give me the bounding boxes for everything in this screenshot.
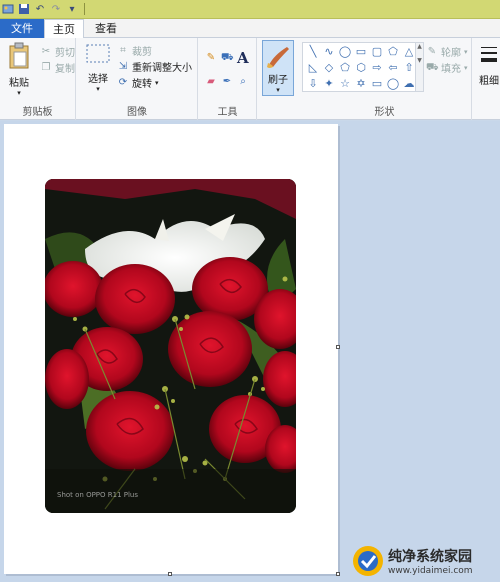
right-triangle-shape-icon[interactable]: ◺: [305, 60, 321, 76]
left-arrow-shape-icon[interactable]: ⇦: [385, 60, 401, 76]
rotate-button[interactable]: ⟳ 旋转 ▾: [117, 75, 159, 91]
select-label: 选择: [88, 74, 108, 85]
canvas-paper[interactable]: Shot on OPPO R11 Plus: [4, 124, 338, 574]
oval-shape-icon[interactable]: ◯: [337, 44, 353, 60]
fill-bucket-icon[interactable]: ⛟: [221, 52, 234, 64]
rose-bouquet-image: [45, 179, 296, 513]
ribbon: 粘贴 ▾ ✂ 剪切 ❐ 复制 剪贴板 选择 ▾ ⌗ 裁剪 ⇲ 重新调整大小 ⟳ …: [0, 38, 500, 120]
outline-dropdown-icon[interactable]: ▾: [464, 48, 468, 56]
redo-icon[interactable]: ↷: [50, 3, 62, 15]
select-dropdown-icon[interactable]: ▾: [96, 85, 100, 93]
rotate-label: 旋转: [132, 79, 152, 90]
select-rectangle-icon: [86, 44, 110, 63]
rectangle-shape-icon[interactable]: ▭: [353, 44, 369, 60]
scissors-icon: ✂: [41, 45, 51, 57]
fill-icon: ⛟: [426, 61, 439, 73]
outline-button[interactable]: ✎ 轮廓 ▾: [426, 44, 468, 60]
save-icon[interactable]: [18, 3, 30, 15]
image-group: 选择 ▾ ⌗ 裁剪 ⇲ 重新调整大小 ⟳ 旋转 ▾ 图像: [77, 38, 198, 120]
resize-handle-bottom[interactable]: [168, 572, 172, 576]
six-point-star-shape-icon[interactable]: ✡: [353, 76, 369, 92]
quick-access-toolbar: ↶ ↷ ▾: [0, 0, 500, 19]
resize-label: 重新调整大小: [132, 63, 192, 74]
crop-icon: ⌗: [120, 44, 126, 56]
magnifier-icon[interactable]: ⌕: [237, 76, 249, 88]
outline-label: 轮廓: [441, 48, 461, 59]
canvas-area[interactable]: Shot on OPPO R11 Plus: [0, 121, 500, 582]
site-logo-icon: [353, 546, 383, 576]
polygon-shape-icon[interactable]: ⬠: [385, 44, 401, 60]
resize-handle-right[interactable]: [336, 345, 340, 349]
four-point-star-shape-icon[interactable]: ✦: [321, 76, 337, 92]
rose-bouquet-photo: Shot on OPPO R11 Plus: [45, 179, 296, 513]
resize-handle-corner[interactable]: [336, 572, 340, 576]
image-group-label: 图像: [127, 107, 147, 118]
size-label: 粗细: [479, 76, 499, 87]
site-watermark: 纯净系统家园 www.yidaimei.com: [352, 543, 498, 579]
brush-icon: [267, 47, 289, 68]
down-arrow-shape-icon[interactable]: ⇩: [305, 76, 321, 92]
rotate-dropdown-icon[interactable]: ▾: [155, 79, 159, 87]
paste-label: 粘贴: [9, 78, 29, 89]
copy-icon: ❐: [41, 61, 51, 73]
crop-button[interactable]: ⌗ 裁剪: [117, 43, 152, 59]
clipboard-group-label: 剪贴板: [22, 107, 53, 118]
shapes-scrollbar[interactable]: ▲ ▼: [415, 43, 423, 91]
copy-label: 复制: [55, 64, 75, 75]
select-button[interactable]: 选择 ▾: [83, 44, 113, 93]
tools-group-label: 工具: [217, 107, 238, 118]
size-button[interactable]: 粗细: [478, 44, 500, 87]
rotate-icon: ⟳: [118, 76, 128, 88]
fill-dropdown-icon[interactable]: ▾: [464, 64, 468, 72]
paste-button[interactable]: 粘贴 ▾: [4, 42, 34, 97]
site-watermark-title: 纯净系统家园: [388, 549, 472, 565]
paste-icon: [9, 42, 29, 69]
brushes-button[interactable]: 刷子 ▾: [262, 40, 294, 96]
customize-icon[interactable]: ▾: [66, 3, 78, 15]
crop-label: 裁剪: [132, 47, 152, 58]
oval-callout-shape-icon[interactable]: ◯: [385, 76, 401, 92]
tab-home[interactable]: 主页: [44, 19, 84, 39]
copy-button[interactable]: ❐ 复制: [40, 60, 75, 76]
eraser-icon[interactable]: ▰: [205, 76, 217, 88]
shapes-group-label: 形状: [374, 107, 395, 118]
site-watermark-url: www.yidaimei.com: [388, 566, 473, 576]
right-arrow-shape-icon[interactable]: ⇨: [369, 60, 385, 76]
toolbar-separator: [84, 3, 85, 15]
line-shape-icon[interactable]: ╲: [305, 44, 321, 60]
outline-icon: ✎: [427, 45, 437, 57]
fill-label: 填充: [441, 64, 461, 75]
cut-button[interactable]: ✂ 剪切: [40, 44, 75, 60]
shapes-gallery[interactable]: ╲ ∿ ◯ ▭ ▢ ⬠ △ ◺ ◇ ⬠ ⬡ ⇨ ⇦ ⇧ ⇩ ✦ ☆ ✡ ▭ ◯: [302, 42, 424, 92]
callout-shape-icon[interactable]: ▭: [369, 76, 385, 92]
undo-icon[interactable]: ↶: [34, 3, 46, 15]
brushes-label: 刷子: [268, 75, 288, 86]
color-picker-icon[interactable]: ✒: [221, 76, 233, 88]
text-tool-icon[interactable]: A: [237, 49, 249, 67]
pencil-icon[interactable]: ✎: [205, 52, 217, 64]
resize-button[interactable]: ⇲ 重新调整大小: [117, 59, 192, 75]
tab-view[interactable]: 查看: [86, 19, 126, 38]
tab-file[interactable]: 文件: [0, 19, 44, 38]
hexagon-shape-icon[interactable]: ⬡: [353, 60, 369, 76]
paste-dropdown-icon[interactable]: ▾: [17, 89, 21, 97]
diamond-shape-icon[interactable]: ◇: [321, 60, 337, 76]
photo-watermark: Shot on OPPO R11 Plus: [57, 491, 139, 499]
resize-icon: ⇲: [118, 60, 128, 72]
clipboard-group: 粘贴 ▾ ✂ 剪切 ❐ 复制 剪贴板: [0, 38, 76, 120]
fill-button[interactable]: ⛟ 填充 ▾: [426, 60, 468, 76]
cut-label: 剪切: [55, 48, 75, 59]
brushes-dropdown-icon[interactable]: ▾: [276, 86, 280, 94]
five-point-star-shape-icon[interactable]: ☆: [337, 76, 353, 92]
ribbon-tabs: 文件 主页 查看: [0, 19, 500, 39]
curve-shape-icon[interactable]: ∿: [321, 44, 337, 60]
rounded-rectangle-shape-icon[interactable]: ▢: [369, 44, 385, 60]
tools-group: ✎ ⛟ A ▰ ✒ ⌕ 工具: [199, 38, 257, 120]
line-size-icon: [481, 47, 497, 62]
app-icon[interactable]: [2, 3, 14, 15]
shapes-group: ╲ ∿ ◯ ▭ ▢ ⬠ △ ◺ ◇ ⬠ ⬡ ⇨ ⇦ ⇧ ⇩ ✦ ☆ ✡ ▭ ◯: [298, 38, 472, 120]
pentagon-shape-icon[interactable]: ⬠: [337, 60, 353, 76]
